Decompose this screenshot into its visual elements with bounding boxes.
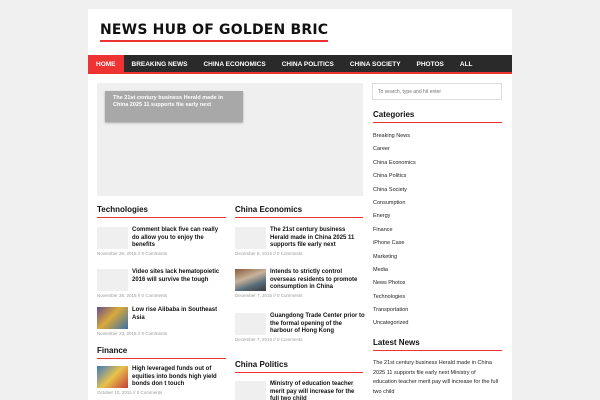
china-politics-title: China Politics: [235, 360, 363, 373]
main-nav: HOME BREAKING NEWS CHINA ECONOMICS CHINA…: [88, 55, 512, 74]
category-transportation[interactable]: Transportation: [373, 304, 416, 317]
post-meta: November 23, 2015 // 0 Comments: [97, 331, 168, 336]
post-thumbnail[interactable]: [235, 381, 266, 400]
category-breaking-news[interactable]: Breaking News: [373, 130, 416, 143]
post-thumbnail[interactable]: [97, 269, 128, 291]
post-thumbnail[interactable]: [235, 227, 266, 249]
technologies-title: Technologies: [97, 205, 226, 218]
category-iphone-case[interactable]: iPhone Case: [373, 237, 416, 250]
post-meta: November 26, 2015 // 0 Comments: [97, 251, 168, 256]
post-thumbnail[interactable]: [97, 227, 128, 249]
category-career[interactable]: Career: [373, 143, 416, 156]
page-container: NEWS HUB OF GOLDEN BRIC HOME BREAKING NE…: [88, 9, 512, 400]
post-title[interactable]: High leveraged funds out of equities int…: [132, 366, 227, 389]
category-china-politics[interactable]: China Politics: [373, 170, 416, 183]
post-thumbnail[interactable]: [97, 366, 128, 388]
post-thumbnail[interactable]: [97, 307, 128, 329]
post-title[interactable]: The 21st century business Herald made in…: [270, 227, 365, 250]
post-thumbnail[interactable]: [235, 313, 266, 335]
category-technologies[interactable]: Technologies: [373, 291, 416, 304]
category-china-economics[interactable]: China Economics: [373, 157, 416, 170]
post-meta: November 26, 2015 // 0 Comments: [97, 293, 168, 298]
list-item: The 21st century business Herald made in…: [235, 227, 365, 257]
list-item: Comment black five can really do allow y…: [97, 227, 227, 257]
list-item: High leveraged funds out of equities int…: [97, 366, 227, 396]
search-input[interactable]: [372, 83, 502, 100]
post-meta: October 10, 2015 // 0 Comments: [97, 390, 163, 395]
list-item: Guangdong Trade Center prior to the form…: [235, 313, 365, 343]
category-uncategorized[interactable]: Uncategorized: [373, 317, 416, 330]
post-thumbnail[interactable]: [235, 269, 266, 291]
finance-title: Finance: [97, 346, 226, 359]
featured-slider[interactable]: The 21st century business Herald made in…: [97, 83, 363, 196]
category-news-photos[interactable]: News Photos: [373, 277, 416, 290]
category-china-society[interactable]: China Society: [373, 184, 416, 197]
site-title[interactable]: NEWS HUB OF GOLDEN BRIC: [100, 22, 329, 42]
list-item: Video sites lack hematopoietic 2016 will…: [97, 269, 227, 299]
category-finance[interactable]: Finance: [373, 224, 416, 237]
post-title[interactable]: Intends to strictly control overseas res…: [270, 269, 365, 292]
latest-news-title: Latest News: [373, 338, 502, 351]
list-item: Ministry of education teacher merit pay …: [235, 381, 365, 400]
slider-caption[interactable]: The 21st century business Herald made in…: [105, 91, 243, 122]
post-title[interactable]: Ministry of education teacher merit pay …: [270, 381, 365, 400]
post-title[interactable]: Low rise Alibaba in Southeast Asia: [132, 307, 227, 322]
post-title[interactable]: Video sites lack hematopoietic 2016 will…: [132, 269, 227, 284]
post-title[interactable]: Comment black five can really do allow y…: [132, 227, 227, 250]
latest-news-text[interactable]: The 21st century business Herald made in…: [373, 359, 499, 397]
list-item: Intends to strictly control overseas res…: [235, 269, 365, 299]
post-meta: December 7, 2015 // 0 Comments: [235, 337, 303, 342]
post-title[interactable]: Guangdong Trade Center prior to the form…: [270, 313, 365, 336]
categories-title: Categories: [373, 110, 502, 123]
china-economics-title: China Economics: [235, 205, 363, 218]
nav-all[interactable]: ALL: [452, 55, 481, 72]
nav-photos[interactable]: PHOTOS: [409, 55, 452, 72]
category-marketing[interactable]: Marketing: [373, 251, 416, 264]
post-meta: December 8, 2015 // 0 Comments: [235, 251, 303, 256]
category-energy[interactable]: Energy: [373, 210, 416, 223]
list-item: Low rise Alibaba in Southeast Asia Novem…: [97, 307, 227, 337]
category-consumption[interactable]: Consumption: [373, 197, 416, 210]
category-media[interactable]: Media: [373, 264, 416, 277]
categories-list: Breaking News Career China Economics Chi…: [373, 130, 416, 331]
nav-china-economics[interactable]: CHINA ECONOMICS: [195, 55, 273, 72]
nav-breaking-news[interactable]: BREAKING NEWS: [124, 55, 196, 72]
nav-china-society[interactable]: CHINA SOCIETY: [342, 55, 409, 72]
post-meta: December 7, 2015 // 0 Comments: [235, 293, 303, 298]
nav-china-politics[interactable]: CHINA POLITICS: [274, 55, 342, 72]
nav-home[interactable]: HOME: [88, 55, 124, 72]
